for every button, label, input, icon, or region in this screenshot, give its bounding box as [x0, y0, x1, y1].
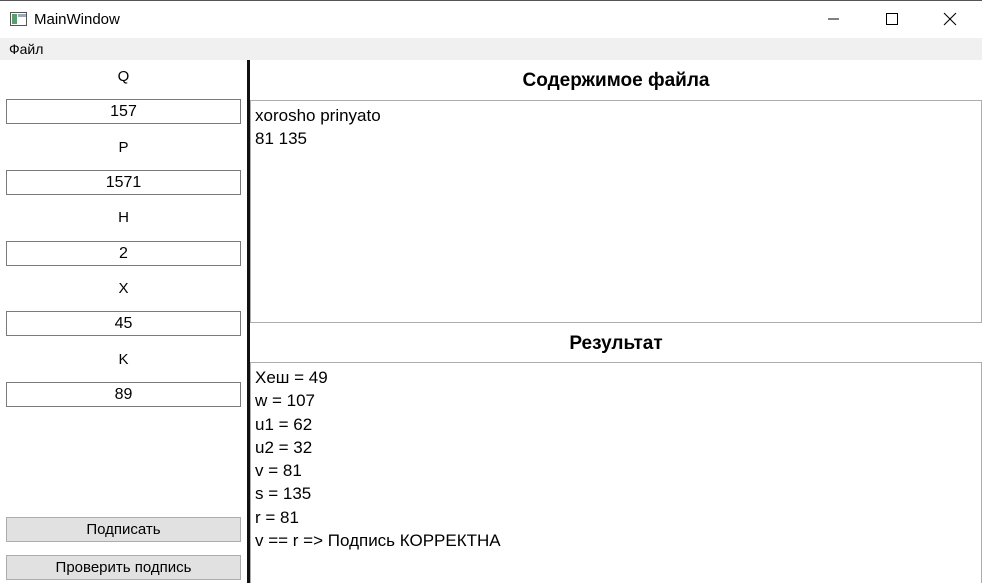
close-button[interactable]	[922, 1, 980, 39]
param-p-input[interactable]: 1571	[6, 170, 241, 195]
result-line: w = 107	[255, 391, 316, 411]
param-x-label: X	[118, 280, 129, 297]
param-h-input[interactable]: 2	[6, 241, 241, 266]
param-q-label: Q	[117, 68, 130, 85]
result-line: u2 = 32	[255, 437, 313, 457]
close-icon	[943, 12, 957, 26]
window-title: MainWindow	[34, 11, 120, 28]
result-line: v = 81	[255, 461, 302, 481]
result-line: s = 135	[255, 484, 312, 504]
maximize-button[interactable]	[864, 1, 922, 39]
file-content-textbox[interactable]: xorosho prinyato 81 135	[250, 100, 982, 323]
result-line: u1 = 62	[255, 414, 313, 434]
result-line: r = 81	[255, 507, 299, 527]
result-line: v == r => Подпись КОРРЕКТНА	[255, 531, 501, 551]
param-k-input[interactable]: 89	[6, 382, 241, 407]
verify-signature-button[interactable]: Проверить подпись	[6, 555, 241, 580]
result-line: Хеш = 49	[255, 368, 328, 387]
file-content-line: 81 135	[255, 129, 307, 149]
minimize-button[interactable]	[806, 1, 864, 39]
maximize-icon	[886, 13, 898, 25]
param-q-input[interactable]: 157	[6, 99, 241, 124]
param-k-label: K	[118, 351, 129, 368]
file-content-line: xorosho prinyato	[255, 106, 381, 125]
menu-file[interactable]: Файл	[9, 41, 43, 57]
menu-bar: Файл	[0, 38, 982, 60]
minimize-icon	[828, 18, 839, 20]
param-x-input[interactable]: 45	[6, 311, 241, 336]
result-title: Результат	[569, 333, 663, 354]
param-p-label: P	[118, 139, 129, 156]
content-panel: Содержимое файла xorosho prinyato 81 135…	[250, 60, 982, 583]
app-window-icon	[10, 12, 27, 26]
sign-button[interactable]: Подписать	[6, 517, 241, 542]
title-bar: MainWindow	[0, 0, 982, 38]
param-h-label: H	[118, 209, 129, 226]
parameters-panel: Q 157 P 1571 H 2 X 45 K 89 Подписать Про…	[0, 60, 247, 583]
result-textbox[interactable]: Хеш = 49 w = 107 u1 = 62 u2 = 32 v = 81 …	[250, 362, 982, 583]
file-content-title: Содержимое файла	[522, 70, 710, 91]
